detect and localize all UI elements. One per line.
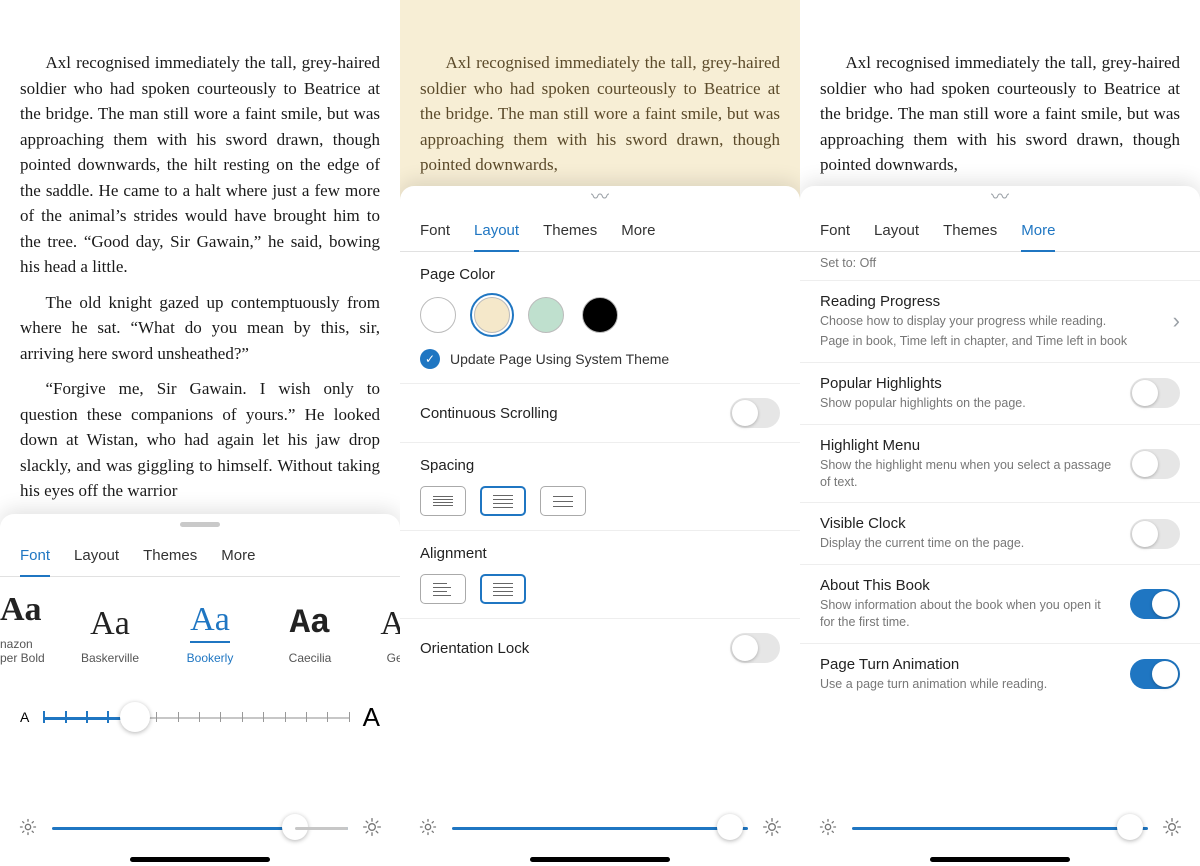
tab-themes[interactable]: Themes	[943, 212, 997, 251]
brightness-low-icon	[418, 817, 438, 837]
tab-more[interactable]: More	[221, 537, 255, 576]
highlight-menu-row[interactable]: Highlight Menu Show the highlight menu w…	[800, 425, 1200, 504]
tab-more[interactable]: More	[621, 212, 655, 251]
size-small-icon: A	[20, 709, 29, 725]
checkmark-icon: ✓	[420, 349, 440, 369]
home-indicator	[530, 857, 670, 862]
book-text: Axl recognised immediately the tall, gre…	[400, 0, 800, 210]
tab-layout[interactable]: Layout	[74, 537, 119, 576]
paragraph: Axl recognised immediately the tall, gre…	[820, 50, 1180, 178]
brightness-high-icon	[762, 817, 782, 837]
page-turn-animation-row[interactable]: Page Turn Animation Use a page turn anim…	[800, 644, 1200, 705]
tab-font[interactable]: Font	[820, 212, 850, 251]
book-text: Axl recognised immediately the tall, gre…	[800, 0, 1200, 210]
toggle-visible-clock[interactable]	[1130, 519, 1180, 549]
screenshot-layout-panel: Axl recognised immediately the tall, gre…	[400, 0, 800, 866]
previous-item-status: Set to: Off	[800, 252, 1200, 281]
more-list: Set to: Off Reading Progress Choose how …	[800, 252, 1200, 705]
color-swatch-green[interactable]	[528, 297, 564, 333]
brightness-high-icon	[362, 817, 382, 837]
alignment-section: Alignment	[400, 531, 800, 619]
slider-track[interactable]	[43, 703, 348, 731]
system-theme-label: Update Page Using System Theme	[450, 351, 669, 367]
toggle-continuous-scrolling[interactable]	[730, 398, 780, 428]
spacing-tight[interactable]	[420, 486, 466, 516]
about-this-book-row[interactable]: About This Book Show information about t…	[800, 565, 1200, 644]
spacing-section: Spacing	[400, 443, 800, 531]
page-color-section: Page Color ✓ Update Page Using System Th…	[400, 252, 800, 384]
font-option[interactable]: Aa Caecilia	[260, 605, 360, 665]
toggle-about-this-book[interactable]	[1130, 589, 1180, 619]
tab-bar: Font Layout Themes More	[800, 206, 1200, 252]
align-left[interactable]	[420, 574, 466, 604]
book-text: Axl recognised immediately the tall, gre…	[0, 0, 400, 530]
drag-handle-icon[interactable]	[180, 522, 220, 527]
brightness-low-icon	[18, 817, 38, 837]
toggle-orientation-lock[interactable]	[730, 633, 780, 663]
brightness-low-icon	[818, 817, 838, 837]
screenshot-more-panel: Axl recognised immediately the tall, gre…	[800, 0, 1200, 866]
paragraph: The old knight gazed up contemptuously f…	[20, 290, 380, 367]
align-justify[interactable]	[480, 574, 526, 604]
popular-highlights-row[interactable]: Popular Highlights Show popular highligh…	[800, 363, 1200, 425]
color-swatch-black[interactable]	[582, 297, 618, 333]
slider-thumb[interactable]	[1117, 814, 1143, 840]
font-family-strip[interactable]: Aa nazon per Bold Aa Baskerville Aa Book…	[0, 577, 400, 672]
tab-bar: Font Layout Themes More	[0, 531, 400, 577]
home-indicator	[930, 857, 1070, 862]
toggle-highlight-menu[interactable]	[1130, 449, 1180, 479]
brightness-high-icon	[1162, 817, 1182, 837]
font-option[interactable]: Aa nazon per Bold	[0, 591, 60, 666]
visible-clock-row[interactable]: Visible Clock Display the current time o…	[800, 503, 1200, 565]
settings-sheet: 〰 Font Layout Themes More Page Color ✓ U…	[400, 186, 800, 866]
font-size-slider[interactable]: A A	[0, 672, 400, 745]
paragraph: Axl recognised immediately the tall, gre…	[20, 50, 380, 280]
color-swatch-sepia[interactable]	[474, 297, 510, 333]
reading-progress-row[interactable]: Reading Progress Choose how to display y…	[800, 281, 1200, 363]
slider-thumb[interactable]	[717, 814, 743, 840]
orientation-lock-row[interactable]: Orientation Lock	[400, 619, 800, 677]
continuous-scrolling-row[interactable]: Continuous Scrolling	[400, 384, 800, 443]
brightness-slider[interactable]	[52, 817, 348, 837]
brightness-slider[interactable]	[452, 817, 748, 837]
color-swatch-white[interactable]	[420, 297, 456, 333]
chevron-right-icon: ›	[1173, 308, 1180, 334]
chevron-down-icon[interactable]: 〰	[400, 192, 800, 206]
font-option[interactable]: Aa Georg	[360, 605, 400, 665]
section-label: Page Color	[420, 266, 780, 283]
home-indicator	[130, 857, 270, 862]
tab-themes[interactable]: Themes	[143, 537, 197, 576]
font-option[interactable]: Aa Baskerville	[60, 605, 160, 665]
brightness-slider[interactable]	[852, 817, 1148, 837]
settings-sheet: 〰 Font Layout Themes More Set to: Off Re…	[800, 186, 1200, 866]
tab-themes[interactable]: Themes	[543, 212, 597, 251]
tab-layout[interactable]: Layout	[874, 212, 919, 251]
spacing-normal[interactable]	[480, 486, 526, 516]
tab-layout[interactable]: Layout	[474, 212, 519, 251]
toggle-popular-highlights[interactable]	[1130, 378, 1180, 408]
paragraph: Axl recognised immediately the tall, gre…	[420, 50, 780, 178]
toggle-page-turn-animation[interactable]	[1130, 659, 1180, 689]
slider-thumb[interactable]	[120, 702, 150, 732]
tab-font[interactable]: Font	[20, 537, 50, 576]
slider-thumb[interactable]	[282, 814, 308, 840]
spacing-loose[interactable]	[540, 486, 586, 516]
paragraph: “Forgive me, Sir Gawain. I wish only to …	[20, 376, 380, 504]
tab-bar: Font Layout Themes More	[400, 206, 800, 252]
system-theme-row[interactable]: ✓ Update Page Using System Theme	[420, 349, 780, 369]
size-large-icon: A	[363, 702, 380, 733]
screenshot-font-panel: Axl recognised immediately the tall, gre…	[0, 0, 400, 866]
tab-font[interactable]: Font	[420, 212, 450, 251]
chevron-down-icon[interactable]: 〰	[800, 192, 1200, 206]
tab-more[interactable]: More	[1021, 212, 1055, 251]
font-option-selected[interactable]: Aa Bookerly	[160, 601, 260, 665]
